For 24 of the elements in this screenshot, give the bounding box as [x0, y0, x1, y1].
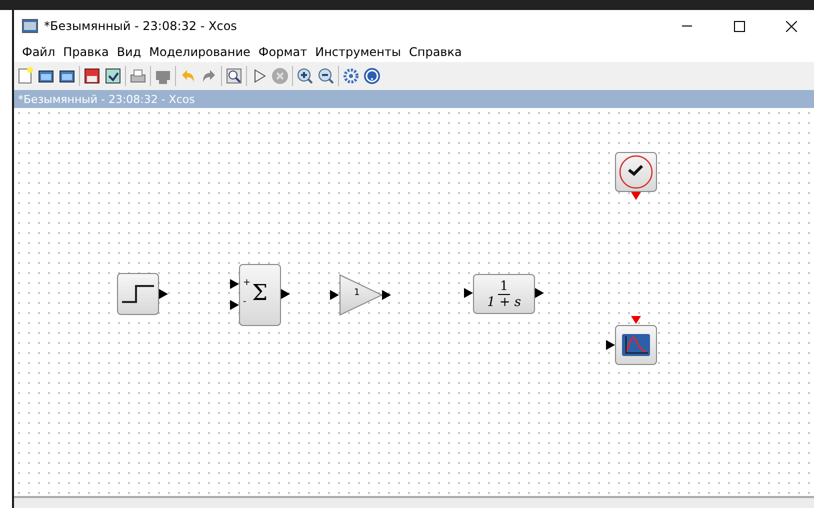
window-title: *Безымянный - 23:08:32 - Xcos — [44, 19, 238, 33]
plus-sign: + — [243, 278, 251, 288]
menu-item[interactable]: Формат — [254, 45, 312, 59]
print-icon[interactable] — [129, 67, 147, 85]
close-icon[interactable] — [786, 20, 796, 32]
menu-item[interactable]: Инструменты — [311, 45, 405, 59]
new-file-icon[interactable] — [16, 67, 34, 85]
zoom-fit-icon[interactable] — [225, 67, 243, 85]
menu-item[interactable]: Правка — [59, 45, 113, 59]
diagram-title: *Безымянный - 23:08:32 - Xcos — [18, 92, 195, 106]
app-icon — [22, 18, 38, 34]
menu-item[interactable]: Справка — [404, 45, 466, 59]
gain-value: 1 — [354, 288, 360, 298]
minus-sign: - — [243, 297, 246, 307]
menu-item[interactable]: Файл — [18, 45, 60, 59]
numerator: 1 — [498, 278, 510, 294]
zoom-out-icon[interactable] — [317, 67, 335, 85]
maximize-icon[interactable] — [734, 20, 744, 32]
zoom-in-icon[interactable] — [296, 67, 314, 85]
sigma-symbol: Σ — [252, 281, 268, 306]
menu-item[interactable]: Вид — [112, 45, 146, 59]
denominator: 1 + s — [486, 294, 522, 310]
save-icon[interactable] — [83, 67, 101, 85]
menu-item[interactable]: Моделирование — [145, 45, 254, 59]
